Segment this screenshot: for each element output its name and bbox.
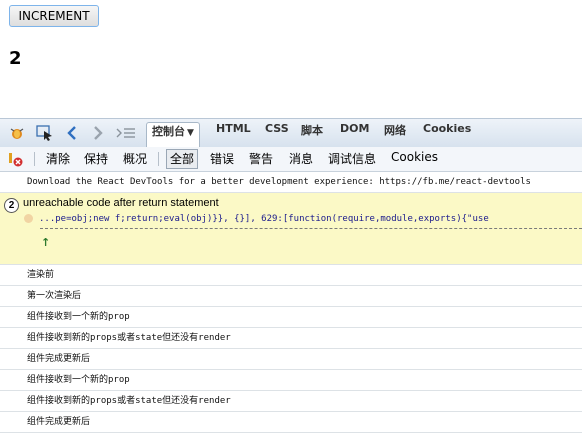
log-row: 组件完成更新后 xyxy=(0,412,582,433)
console-log: Download the React DevTools for a better… xyxy=(0,172,582,433)
log-text: 组件接收到新的props或者state但还没有render xyxy=(27,333,231,343)
increment-button[interactable]: INCREMENT xyxy=(9,5,99,27)
tab-dom[interactable]: DOM xyxy=(335,122,374,146)
log-text: 组件完成更新后 xyxy=(27,354,91,364)
warning-entry[interactable]: 2 unreachable code after return statemen… xyxy=(0,193,582,265)
filter-debug[interactable]: 调试信息 xyxy=(328,150,376,168)
log-row: 组件接收到一个新的prop xyxy=(0,307,582,328)
tab-cookies[interactable]: Cookies xyxy=(418,122,476,146)
tab-css[interactable]: CSS xyxy=(260,122,294,146)
chevron-down-icon: ▼ xyxy=(187,128,194,138)
source-underline xyxy=(40,228,582,229)
filter-errors[interactable]: 错误 xyxy=(210,150,234,168)
warning-source: ...pe=obj;new f;return;eval(obj)}}, {}],… xyxy=(39,214,489,224)
tab-network[interactable]: 网络 xyxy=(379,122,411,146)
tab-console-label: 控制台 xyxy=(152,125,185,138)
log-row: 第一次渲染后 xyxy=(0,286,582,307)
filter-info[interactable]: 消息 xyxy=(289,150,313,168)
log-text: 组件接收到一个新的prop xyxy=(27,312,130,322)
counter-value: 2 xyxy=(9,48,22,69)
devtools-panel: 控制台 ▼ HTML CSS 脚本 DOM 网络 Cookies 清除 保持 概况… xyxy=(0,118,582,437)
back-icon[interactable] xyxy=(64,124,80,142)
persist-button[interactable]: 保持 xyxy=(84,150,108,168)
filter-warnings[interactable]: 警告 xyxy=(249,150,273,168)
log-text: 渲染前 xyxy=(27,270,55,280)
tab-console[interactable]: 控制台 ▼ xyxy=(146,122,200,148)
log-row: 组件完成更新后 xyxy=(0,349,582,370)
tab-script[interactable]: 脚本 xyxy=(296,122,328,146)
log-row: Download the React DevTools for a better… xyxy=(0,172,582,193)
log-row: 渲染前 xyxy=(0,265,582,286)
divider xyxy=(34,152,35,166)
log-text: 第一次渲染后 xyxy=(27,291,82,301)
inspect-icon[interactable] xyxy=(36,124,54,142)
filter-cookies[interactable]: Cookies xyxy=(391,150,438,168)
arrow-up-icon: ↑ xyxy=(41,236,51,249)
forward-icon[interactable] xyxy=(90,124,106,142)
warning-count-badge: 2 xyxy=(4,198,19,213)
firebug-bug-icon[interactable] xyxy=(8,124,26,142)
log-row: 组件接收到一个新的prop xyxy=(0,370,582,391)
clear-button[interactable]: 清除 xyxy=(46,150,70,168)
app-area: INCREMENT 2 xyxy=(0,0,582,118)
filter-all[interactable]: 全部 xyxy=(166,149,199,169)
log-row: 组件接收到新的props或者state但还没有render xyxy=(0,391,582,412)
console-filter-toolbar: 清除 保持 概况 全部 错误 警告 消息 调试信息 Cookies xyxy=(0,147,582,172)
command-line-icon[interactable] xyxy=(116,124,136,142)
log-text: Download the React DevTools for a better… xyxy=(27,177,531,187)
devtools-main-toolbar: 控制台 ▼ HTML CSS 脚本 DOM 网络 Cookies xyxy=(0,118,582,148)
error-breakpoint-icon[interactable] xyxy=(7,150,23,168)
warning-dot-icon xyxy=(24,214,33,223)
log-text: 组件接收到一个新的prop xyxy=(27,375,130,385)
log-row: 组件接收到新的props或者state但还没有render xyxy=(0,328,582,349)
log-text: 组件接收到新的props或者state但还没有render xyxy=(27,396,231,406)
log-text: 组件完成更新后 xyxy=(27,417,91,427)
warning-message: unreachable code after return statement xyxy=(23,197,219,209)
warning-source-line: ...pe=obj;new f;return;eval(obj)}}, {}],… xyxy=(24,214,489,224)
divider xyxy=(158,152,159,166)
profile-button[interactable]: 概况 xyxy=(123,150,147,168)
tab-html[interactable]: HTML xyxy=(211,122,256,146)
